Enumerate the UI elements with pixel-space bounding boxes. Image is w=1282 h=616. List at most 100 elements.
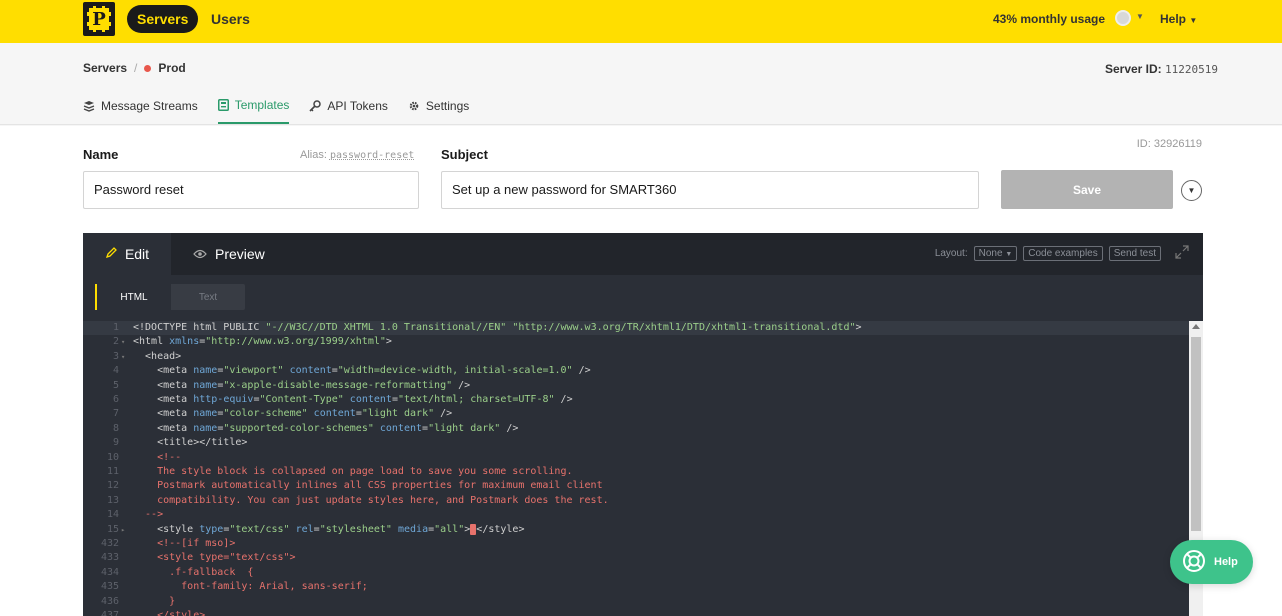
fold-toggle-icon[interactable]: ▾ [121,335,125,349]
nav-servers[interactable]: Servers [127,5,199,33]
line-number: 2 [112,336,119,348]
code-text: The style block is collapsed on page loa… [133,466,573,477]
tab-edit[interactable]: Edit [83,233,171,275]
postmark-logo[interactable]: P [83,2,115,36]
chevron-down-icon: ▼ [1005,251,1013,258]
code-text: .f-fallback { [133,566,254,578]
code-line[interactable]: 1 <!DOCTYPE html PUBLIC "-//W3C//DTD XHTM… [83,321,1189,336]
code-line[interactable]: 5 <meta name="x-apple-disable-message-re… [83,379,1189,393]
code-text: <style type="text/css"> [133,552,296,564]
tab-settings[interactable]: Settings [408,93,469,124]
code-text: Postmark automatically inlines all CSS p… [133,480,603,492]
content-type-switch: HTML Text [95,284,245,310]
line-number: 13 [106,494,119,506]
line-number: 14 [106,509,119,521]
code-line[interactable]: 432 <!--[if mso]> [83,537,1189,551]
code-line[interactable]: 13 compatibility. You can just update st… [83,494,1189,508]
nav-users[interactable]: Users [211,5,250,33]
code-text: <meta name="color-scheme" content="light… [133,408,453,420]
breadcrumb: Servers / Prod [83,61,186,75]
line-number: 6 [112,394,119,405]
help-fab-label: Help [1214,556,1238,568]
subtab-html[interactable]: HTML [95,284,171,310]
template-id: ID: 32926119 [1136,138,1202,150]
save-button[interactable]: Save [1001,170,1173,209]
tab-label: Message Streams [101,98,198,113]
help-menu-label: Help [1160,12,1187,26]
code-text: <!--[if mso]> [133,538,236,549]
expand-icon[interactable] [1175,245,1189,262]
code-line[interactable]: 12 Postmark automatically inlines all CS… [83,479,1189,493]
code-text: <title></title> [133,437,248,449]
tab-preview[interactable]: Preview [193,233,265,275]
code-text: --> [133,509,164,521]
subject-input[interactable]: Set up a new password for SMART360 [441,171,979,209]
send-test-button[interactable]: Send test [1108,246,1161,261]
scrollbar-thumb[interactable] [1191,337,1201,531]
chevron-down-icon[interactable]: ▼ [1181,180,1202,201]
line-number: 434 [100,566,119,578]
code-line[interactable]: 433 <style type="text/css"> [83,551,1189,565]
server-name[interactable]: Prod [158,61,185,75]
code-line[interactable]: 434 .f-fallback { [83,566,1189,580]
line-number: 433 [100,552,119,564]
line-number: 10 [106,451,119,463]
alias-label: Alias: [300,149,327,161]
code-text: <style type="text/css" rel="stylesheet" … [133,523,525,535]
monthly-usage-link[interactable]: 43% monthly usage [993,12,1105,26]
breadcrumb-separator: / [134,61,138,75]
line-number: 9 [112,437,119,449]
code-line[interactable]: 436 } [83,595,1189,609]
eye-icon [193,246,207,262]
tab-templates[interactable]: Templates [217,93,290,124]
line-number: 5 [112,379,119,391]
top-navigation-bar: P Servers Users 43% monthly usage ▼ Help… [0,0,1282,43]
help-menu[interactable]: Help ▼ [1160,12,1197,26]
line-number: 8 [112,422,119,434]
code-line[interactable]: 3 ▾ <head> [83,350,1189,364]
code-line[interactable]: 11 The style block is collapsed on page … [83,465,1189,479]
avatar[interactable] [1115,10,1131,26]
alias-value[interactable]: password-reset [330,150,414,161]
code-text: compatibility. You can just update style… [133,494,609,506]
code-line[interactable]: 7 <meta name="color-scheme" content="lig… [83,407,1189,421]
fold-toggle-icon[interactable]: ▾ [121,350,125,364]
layout-select[interactable]: None ▼ [973,246,1018,261]
code-line[interactable]: 14 --> [83,508,1189,522]
layout-label: Layout: [934,248,968,259]
tab-label: Templates [234,97,290,112]
key-icon [309,99,322,112]
code-line[interactable]: 9 <title></title> [83,436,1189,450]
code-line[interactable]: 10 <!-- [83,451,1189,465]
code-line[interactable]: 437 </style> [83,609,1189,616]
line-number: 436 [100,595,119,607]
code-line[interactable]: 2 ▾ <html xmlns="http://www.w3.org/1999/xh… [83,335,1189,349]
chevron-down-icon[interactable]: ▼ [1136,12,1144,21]
code-line[interactable]: 6 <meta http-equiv="Content-Type" conten… [83,393,1189,407]
breadcrumb-servers[interactable]: Servers [83,61,127,75]
code-line[interactable]: 435 font-family: Arial, sans-serif; [83,580,1189,594]
line-number: 1 [112,322,119,333]
line-number: 7 [112,408,119,420]
code-area[interactable]: 1 <!DOCTYPE html PUBLIC "-//W3C//DTD XHTM… [83,321,1189,616]
help-fab[interactable]: Help [1170,540,1253,584]
line-number: 432 [100,538,119,549]
scroll-up-icon[interactable] [1192,324,1200,329]
code-text: <meta http-equiv="Content-Type" content=… [133,394,573,405]
code-text: <html xmlns="http://www.w3.org/1999/xhtm… [133,336,392,348]
code-examples-button[interactable]: Code examples [1023,246,1103,261]
line-number: 435 [100,581,119,593]
name-input[interactable]: Password reset [83,171,419,209]
server-tabs: Message Streams Templates API Tokens Set… [83,93,469,124]
tab-message-streams[interactable]: Message Streams [83,93,198,124]
tab-label: API Tokens [327,98,388,113]
code-line[interactable]: 15 ▸ <style type="text/css" rel="styleshe… [83,523,1189,537]
code-text: </style> [133,610,206,616]
subtab-text[interactable]: Text [171,284,245,310]
tab-api-tokens[interactable]: API Tokens [309,93,388,124]
code-line[interactable]: 8 <meta name="supported-color-schemes" c… [83,422,1189,436]
line-number: 12 [106,480,119,492]
code-line[interactable]: 4 <meta name="viewport" content="width=d… [83,364,1189,378]
logo-letter: P [87,6,111,32]
fold-toggle-icon[interactable]: ▸ [121,523,125,537]
